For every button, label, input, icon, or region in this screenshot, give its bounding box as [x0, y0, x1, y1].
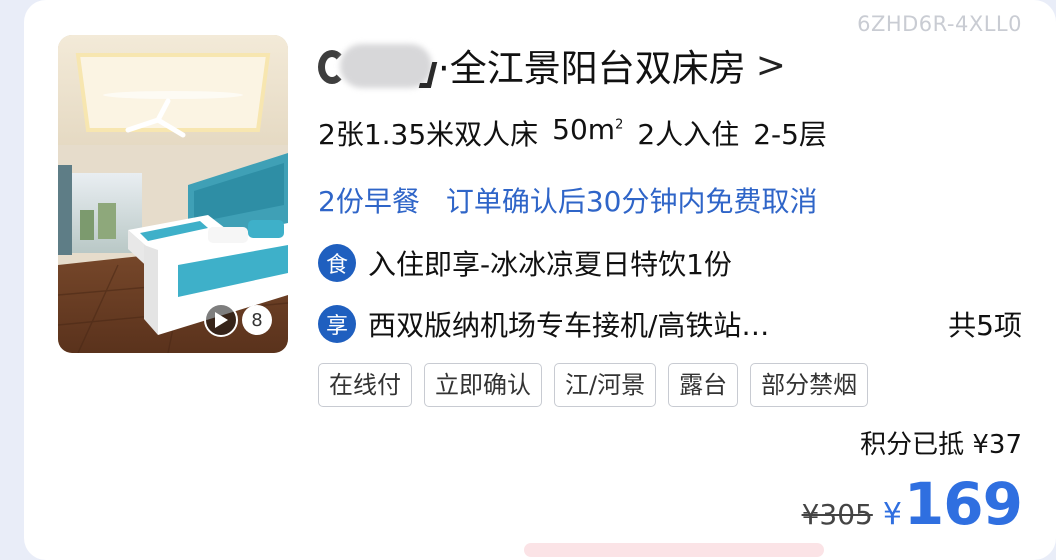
room-card[interactable]: 6ZHD6R-4XLL0 8 ·全江景阳台双床房 > 2张1.35米双人床 50… [24, 0, 1056, 560]
area-value: 50m [552, 113, 616, 146]
perk-badge-icon: 享 [318, 305, 356, 343]
perk-row-extra[interactable]: 享 西双版纳机场专车接机/高铁站… 共5项 [318, 304, 1022, 344]
photo-counter[interactable]: 8 [204, 303, 272, 337]
blurred-hotel-name [318, 40, 438, 90]
room-photo[interactable]: 8 [58, 35, 288, 353]
bed-spec: 2张1.35米双人床 [318, 118, 539, 151]
area-spec: 50m2 [552, 113, 623, 153]
food-badge-icon: 食 [318, 244, 356, 282]
perk-text: 西双版纳机场专车接机/高铁站… [368, 309, 770, 342]
current-price: 169 [903, 470, 1023, 538]
tag-instant-confirm: 立即确认 [424, 363, 542, 407]
floor-spec: 2-5层 [753, 118, 827, 151]
perk-total-count[interactable]: 共5项 [948, 304, 1022, 344]
chevron-right-icon: > [755, 44, 786, 86]
room-tags: 在线付 立即确认 江/河景 露台 部分禁烟 [318, 363, 869, 407]
watermark: 6ZHD6R-4XLL0 [857, 12, 1022, 36]
room-title-text: ·全江景阳台双床房 [438, 47, 746, 90]
cancellation-policy: 订单确认后30分钟内免费取消 [445, 185, 818, 218]
original-price: ¥305 [801, 498, 873, 531]
room-benefits: 2份早餐 订单确认后30分钟内免费取消 [318, 180, 817, 220]
tag-partial-nonsmoking: 部分禁烟 [750, 363, 869, 407]
price-row: ¥305 ¥ 169 [801, 470, 1023, 538]
tag-river-view: 江/河景 [554, 363, 657, 407]
points-deduction: 积分已抵 ¥37 [860, 430, 1022, 460]
breakfast-benefit: 2份早餐 [318, 185, 420, 218]
tag-online-pay: 在线付 [318, 363, 412, 407]
room-title[interactable]: ·全江景阳台双床房 > [318, 38, 786, 92]
currency-symbol: ¥ [882, 497, 902, 532]
guest-spec: 2人入住 [637, 118, 740, 151]
room-specs: 2张1.35米双人床 50m2 2人入住 2-5层 [318, 113, 827, 153]
tag-terrace: 露台 [668, 363, 739, 407]
area-unit-sup: 2 [615, 117, 624, 133]
promo-strip-peek [524, 543, 824, 557]
perk-text: 入住即享-冰冰凉夏日特饮1份 [368, 248, 732, 281]
perk-row-food: 食 入住即享-冰冰凉夏日特饮1份 [318, 243, 1022, 283]
photo-count-badge: 8 [242, 305, 272, 335]
play-icon[interactable] [204, 303, 238, 337]
